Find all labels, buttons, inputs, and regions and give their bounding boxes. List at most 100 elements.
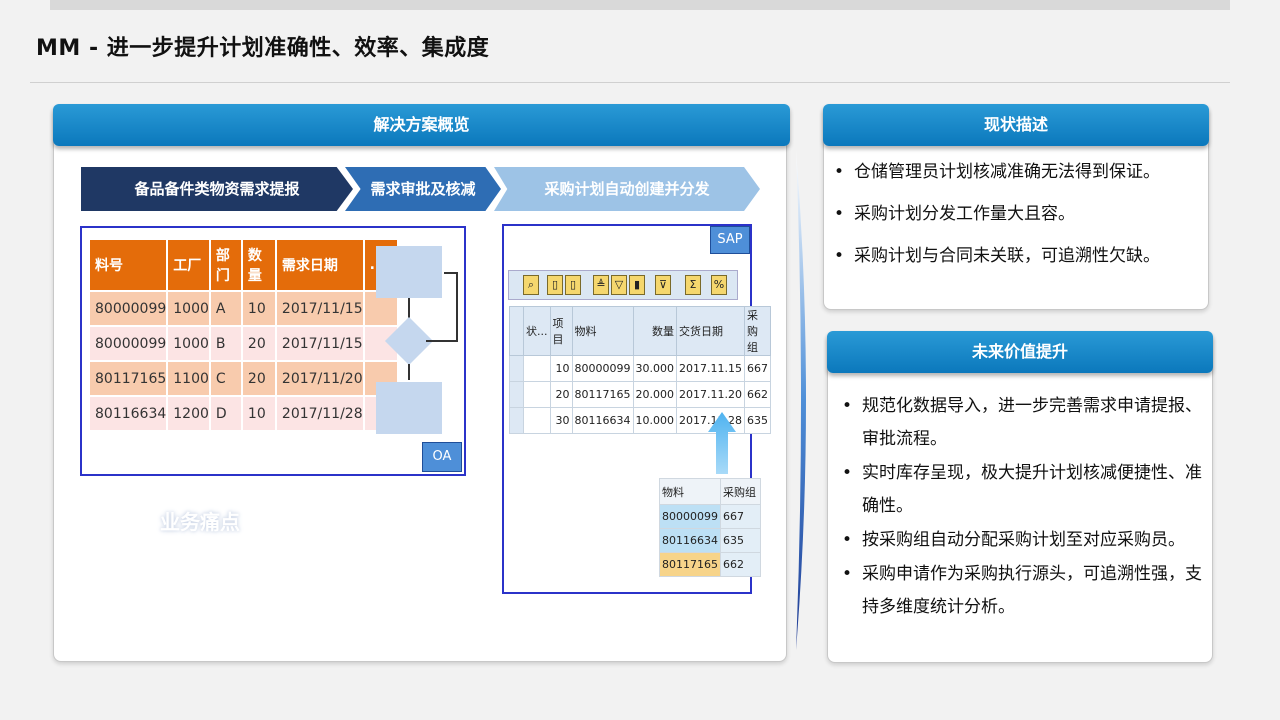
- copy-icon[interactable]: ▯: [547, 275, 563, 295]
- flowchart-step-box: [376, 382, 442, 434]
- flow-arrow: [408, 364, 410, 380]
- cell: 10: [242, 292, 275, 325]
- cell: C: [210, 362, 241, 395]
- sap-tag: SAP: [710, 226, 750, 254]
- table-row: 80117165 1100 C 20 2017/11/20: [90, 362, 397, 395]
- cell: 20: [549, 381, 573, 408]
- cell: 20.000: [632, 381, 677, 408]
- cell: 80000099: [571, 355, 634, 382]
- sum-icon[interactable]: Σ: [685, 275, 701, 295]
- search-icon[interactable]: ⌕: [523, 275, 539, 295]
- cell: 1000: [168, 292, 209, 325]
- status-header: 现状描述: [823, 104, 1209, 146]
- table-row: 80117165 662: [659, 552, 761, 577]
- step-demand-submission: 备品备件类物资需求提报: [81, 167, 353, 211]
- export-icon[interactable]: ▮: [629, 275, 645, 295]
- col-header: 部门: [210, 240, 241, 290]
- up-arrow-icon: [708, 412, 736, 474]
- filter-icon[interactable]: ≜: [593, 275, 609, 295]
- list-item: 按采购组自动分配采购计划至对应采购员。: [836, 524, 1208, 557]
- title-divider: [30, 82, 1230, 83]
- cell: [523, 407, 551, 434]
- list-item: 采购计划分发工作量大且容。: [828, 202, 1203, 226]
- table-row: 80116634 635: [659, 528, 761, 553]
- cell: 20: [242, 327, 275, 360]
- select-all-icon[interactable]: [509, 306, 524, 356]
- cell: 2017/11/15: [276, 292, 363, 325]
- cell: 2017/11/15: [276, 327, 363, 360]
- bracket-connector: [796, 150, 806, 650]
- cell: 2017/11/20: [276, 362, 363, 395]
- cell: 80116634: [659, 528, 721, 553]
- cell: 2017.11.20: [676, 381, 745, 408]
- cell: 30: [549, 407, 573, 434]
- doc-icon[interactable]: ▯: [565, 275, 581, 295]
- table-row[interactable]: 20 80117165 20.000 2017.11.20 662: [509, 381, 771, 408]
- cell: [523, 355, 551, 382]
- cell: 635: [743, 407, 771, 434]
- cell: 1000: [168, 327, 209, 360]
- oa-demand-table: 料号 工厂 部门 数量 需求日期 ... 80000099 1000 A 10 …: [88, 238, 399, 432]
- col-header: 状...: [523, 306, 551, 356]
- oa-tag: OA: [422, 442, 462, 472]
- col-header: 采购组: [743, 306, 771, 356]
- cell: A: [210, 292, 241, 325]
- cell: [523, 381, 551, 408]
- row-selector[interactable]: [509, 407, 524, 434]
- list-item: 实时库存呈现，极大提升计划核减便捷性、准确性。: [836, 457, 1208, 523]
- slide-title: MM - 进一步提升计划准确性、效率、集成度: [36, 36, 490, 61]
- loop-line: [456, 272, 458, 342]
- col-header: 项目: [549, 306, 573, 356]
- step-approval: 需求审批及核减: [345, 167, 501, 211]
- col-header: 需求日期: [276, 240, 363, 290]
- list-item: 采购计划与合同未关联，可追溯性欠缺。: [828, 244, 1203, 268]
- step-purchase-plan: 采购计划自动创建并分发: [494, 167, 760, 211]
- cell: B: [210, 327, 241, 360]
- cell: 1100: [168, 362, 209, 395]
- table-row: 80116634 1200 D 10 2017/11/28: [90, 397, 397, 430]
- cell: 667: [720, 504, 761, 529]
- cell: 80000099: [90, 327, 167, 360]
- table-row[interactable]: 10 80000099 30.000 2017.11.15 667: [509, 355, 771, 382]
- col-header: 物料: [659, 478, 721, 505]
- top-bar: [50, 0, 1230, 10]
- status-list: 仓储管理员计划核减准确无法得到保证。 采购计划分发工作量大且容。 采购计划与合同…: [828, 160, 1203, 286]
- list-item: 规范化数据导入，进一步完善需求申请提报、审批流程。: [836, 390, 1208, 456]
- row-selector[interactable]: [509, 381, 524, 408]
- col-header: 交货日期: [676, 306, 745, 356]
- cell: 80000099: [90, 292, 167, 325]
- cell: 635: [720, 528, 761, 553]
- list-item: 仓储管理员计划核减准确无法得到保证。: [828, 160, 1203, 184]
- funnel-icon[interactable]: ⊽: [655, 275, 671, 295]
- sort-icon[interactable]: ▽: [611, 275, 627, 295]
- cell: 80117165: [659, 552, 721, 577]
- pain-point-label: 业务痛点: [160, 510, 240, 534]
- flowchart-step-box: [376, 246, 442, 298]
- cell: 80000099: [659, 504, 721, 529]
- cell: 80117165: [571, 381, 634, 408]
- col-header: 物料: [571, 306, 634, 356]
- cell: D: [210, 397, 241, 430]
- cell: 80116634: [571, 407, 634, 434]
- row-selector[interactable]: [509, 355, 524, 382]
- cell: 10: [242, 397, 275, 430]
- cell: 10.000: [632, 407, 677, 434]
- cell: 80116634: [90, 397, 167, 430]
- col-header: 工厂: [168, 240, 209, 290]
- sap-toolbar: ⌕ ▯ ▯ ≜ ▽ ▮ ⊽ Σ %: [508, 270, 738, 300]
- list-item: 采购申请作为采购执行源头，可追溯性强，支持多维度统计分析。: [836, 558, 1208, 624]
- table-row: 80000099 667: [659, 504, 761, 529]
- oa-system-box: 料号 工厂 部门 数量 需求日期 ... 80000099 1000 A 10 …: [80, 226, 466, 476]
- loop-line: [426, 340, 458, 342]
- col-header: 数量: [632, 306, 677, 356]
- cell: 2017.11.15: [676, 355, 745, 382]
- cell: 667: [743, 355, 771, 382]
- cell: 662: [720, 552, 761, 577]
- material-purchase-group-table: 物料 采购组 80000099 667 80116634 635 8011716…: [659, 478, 761, 577]
- col-header: 料号: [90, 240, 167, 290]
- cell: 80117165: [90, 362, 167, 395]
- percent-icon[interactable]: %: [711, 275, 727, 295]
- loop-line: [444, 272, 458, 274]
- future-value-list: 规范化数据导入，进一步完善需求申请提报、审批流程。 实时库存呈现，极大提升计划核…: [836, 390, 1208, 625]
- table-row: 80000099 1000 A 10 2017/11/15: [90, 292, 397, 325]
